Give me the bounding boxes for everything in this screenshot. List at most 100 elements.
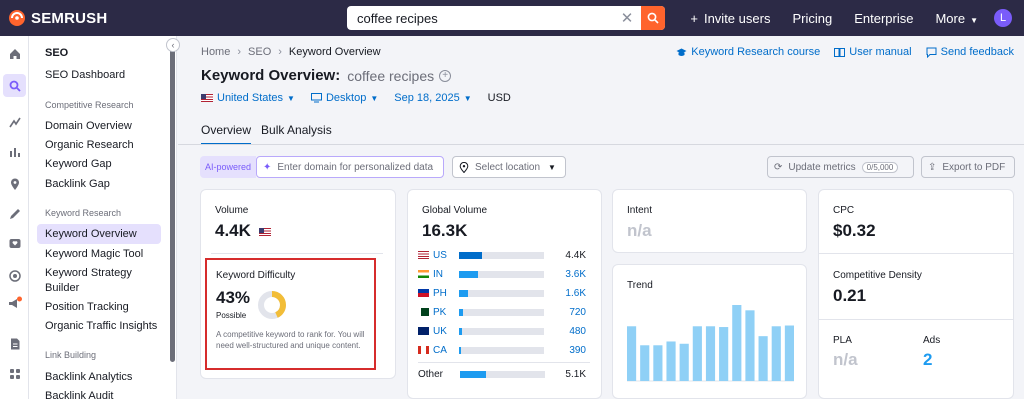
- sidebar-item-seo-dashboard[interactable]: SEO Dashboard: [45, 69, 125, 81]
- trend-bar[interactable]: [732, 305, 742, 381]
- uk-flag-icon: [418, 327, 429, 335]
- sidebar-item-domain-overview[interactable]: Domain Overview: [45, 120, 132, 132]
- location-pin-icon[interactable]: [5, 174, 24, 193]
- gv-row-in[interactable]: IN 3.6K: [418, 267, 586, 281]
- invite-users-link[interactable]: + Invite users: [690, 11, 770, 26]
- trend-bar[interactable]: [679, 343, 689, 381]
- target-icon[interactable]: [5, 266, 24, 285]
- trend-bar[interactable]: [784, 325, 794, 381]
- gv-row-ca[interactable]: CA 390: [418, 343, 586, 357]
- gv-row-us[interactable]: US 4.4K: [418, 248, 586, 262]
- pricing-link[interactable]: Pricing: [792, 11, 832, 26]
- sparkle-icon[interactable]: [5, 112, 24, 131]
- sidebar-item-organic-research[interactable]: Organic Research: [45, 139, 134, 151]
- in-flag-icon: [418, 270, 429, 278]
- heart-chat-icon[interactable]: [5, 234, 24, 253]
- home-icon[interactable]: [5, 44, 24, 63]
- ads-value[interactable]: 2: [923, 350, 932, 370]
- update-metrics-button[interactable]: ⟳ Update metrics 0/5,000: [767, 156, 914, 178]
- keyword-strategy-line-1: Keyword Strategy: [45, 267, 132, 279]
- add-to-list-icon[interactable]: +: [439, 69, 452, 82]
- gv-country-value: 1.6K: [565, 287, 586, 299]
- gv-bar-fill: [459, 327, 462, 335]
- gv-other-fill: [460, 370, 487, 378]
- tab-bulk-analysis[interactable]: Bulk Analysis: [261, 123, 332, 145]
- send-feedback-link[interactable]: Send feedback: [926, 46, 1014, 58]
- currency-label: USD: [487, 92, 511, 104]
- ph-flag-icon: [418, 289, 429, 297]
- more-menu[interactable]: More ▼: [935, 11, 978, 26]
- search-input[interactable]: coffee recipes: [357, 11, 617, 26]
- sidebar-item-backlink-gap[interactable]: Backlink Gap: [45, 178, 110, 190]
- sidebar-item-keyword-magic-tool[interactable]: Keyword Magic Tool: [45, 248, 143, 260]
- sidebar-item-keyword-gap[interactable]: Keyword Gap: [45, 158, 112, 170]
- domain-input[interactable]: ✦ Enter domain for personalized data: [256, 156, 444, 178]
- gv-bar-track: [459, 270, 544, 278]
- cpc-label: CPC: [833, 205, 855, 216]
- semrush-logo[interactable]: SEMRUSH: [8, 9, 107, 27]
- gv-row-uk[interactable]: UK 480: [418, 324, 586, 338]
- clear-icon[interactable]: ✕: [617, 9, 637, 27]
- trend-bar[interactable]: [627, 326, 637, 381]
- intent-label: Intent: [627, 205, 653, 216]
- top-nav: + Invite users Pricing Enterprise More ▼ L: [668, 0, 1012, 36]
- cpc-value: $0.32: [833, 221, 876, 240]
- chevron-right-icon: ›: [237, 46, 242, 58]
- sidebar-item-keyword-strategy[interactable]: Keyword Strategy Builder: [45, 267, 132, 294]
- gv-row-pk[interactable]: PK 720: [418, 305, 586, 319]
- pencil-icon[interactable]: [5, 204, 24, 223]
- trend-bar[interactable]: [640, 345, 650, 381]
- trend-bar[interactable]: [666, 341, 676, 381]
- sidebar-item-backlink-analytics[interactable]: Backlink Analytics: [45, 371, 132, 383]
- search-button[interactable]: [641, 6, 665, 30]
- country-selector[interactable]: United States ▼: [201, 92, 295, 104]
- chart-bars-icon[interactable]: [5, 142, 24, 161]
- divider: [418, 362, 590, 363]
- gv-bar-track: [459, 289, 544, 297]
- device-selector[interactable]: Desktop ▼: [310, 92, 378, 104]
- keyword-research-course-link[interactable]: Keyword Research course: [676, 46, 820, 58]
- trend-bar[interactable]: [745, 310, 755, 381]
- us-flag-icon: [259, 228, 271, 236]
- trend-bar[interactable]: [705, 326, 716, 381]
- trend-bar[interactable]: [692, 326, 702, 381]
- scrollbar-thumb[interactable]: [170, 42, 175, 362]
- enterprise-link[interactable]: Enterprise: [854, 11, 913, 26]
- chevron-down-icon: ▼: [463, 93, 472, 103]
- gv-other-label: Other: [418, 368, 444, 380]
- sidebar-scrollbar[interactable]: [168, 36, 177, 366]
- gv-country-value: 720: [569, 306, 586, 318]
- tab-overview[interactable]: Overview: [201, 123, 252, 145]
- document-icon[interactable]: [5, 334, 24, 353]
- gv-row-ph[interactable]: PH 1.6K: [418, 286, 586, 300]
- sidebar-item-backlink-audit[interactable]: Backlink Audit: [45, 390, 113, 399]
- user-manual-link[interactable]: User manual: [834, 46, 912, 58]
- export-pdf-button[interactable]: ⇪ Export to PDF: [921, 156, 1015, 178]
- graduation-cap-icon: [676, 48, 687, 56]
- avatar[interactable]: L: [994, 9, 1012, 27]
- location-placeholder: Select location: [475, 161, 541, 173]
- date-selector[interactable]: Sep 18, 2025 ▼: [394, 92, 471, 104]
- kd-donut: [258, 291, 286, 319]
- sidebar-item-organic-traffic-insights[interactable]: Organic Traffic Insights: [45, 320, 157, 332]
- page-title-text: Keyword Overview:: [201, 67, 341, 84]
- pk-flag-icon: [418, 308, 429, 316]
- us-flag-icon: [418, 251, 429, 259]
- breadcrumb-seo[interactable]: SEO: [248, 46, 271, 58]
- sidebar-item-position-tracking[interactable]: Position Tracking: [45, 301, 129, 313]
- breadcrumb-home[interactable]: Home: [201, 46, 230, 58]
- apps-grid-icon[interactable]: [5, 364, 24, 383]
- trend-bar[interactable]: [758, 336, 768, 381]
- gv-bar-track: [459, 346, 544, 354]
- gv-country-code: PK: [433, 306, 447, 318]
- ads-label: Ads: [923, 335, 941, 346]
- seo-icon[interactable]: [3, 74, 26, 97]
- trend-bar[interactable]: [771, 326, 781, 381]
- manual-label: User manual: [849, 46, 912, 58]
- location-select[interactable]: Select location ▼: [452, 156, 566, 178]
- trend-bar[interactable]: [719, 327, 729, 381]
- gv-bar-track: [459, 308, 544, 316]
- sidebar-item-keyword-overview[interactable]: Keyword Overview: [45, 228, 137, 240]
- megaphone-icon[interactable]: [5, 294, 24, 313]
- trend-bar[interactable]: [653, 345, 663, 381]
